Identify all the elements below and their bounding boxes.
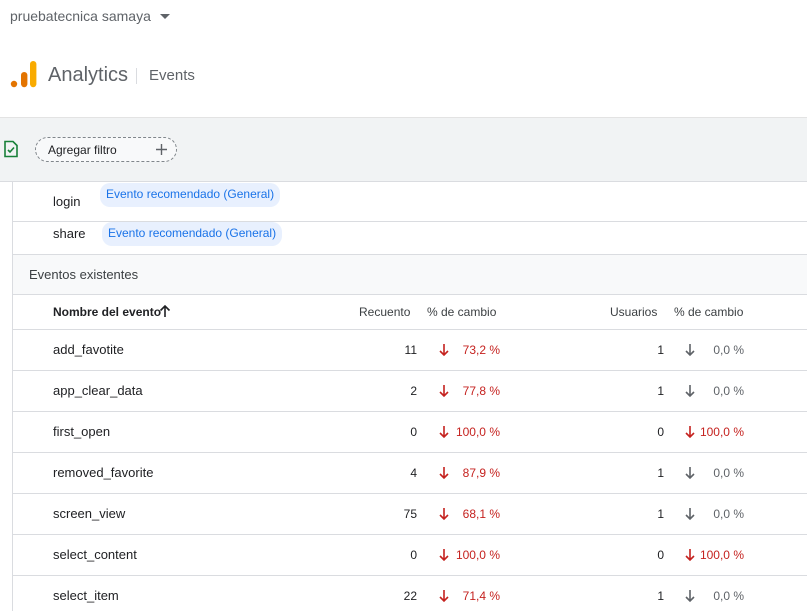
column-header-count[interactable]: Recuento [359, 305, 410, 319]
users-change: 0,0 % [713, 384, 744, 398]
table-row[interactable]: app_clear_data 2 77,8 % 1 0,0 % [13, 371, 807, 412]
event-count: 4 [410, 466, 417, 480]
event-users: 0 [657, 425, 664, 439]
event-count: 75 [403, 507, 417, 521]
account-name[interactable]: pruebatecnica samaya [10, 8, 151, 24]
event-count: 22 [403, 589, 417, 603]
event-name[interactable]: select_item [53, 588, 119, 603]
table-row[interactable]: first_open 0 100,0 % 0 100,0 % [13, 412, 807, 453]
count-change: 68,1 % [462, 507, 500, 521]
add-filter-label: Agregar filtro [48, 143, 117, 157]
table-row[interactable]: add_favotite 11 73,2 % 1 0,0 % [13, 330, 807, 371]
recommended-event-chip: Evento recomendado (General) [102, 222, 283, 246]
events-content: login Evento recomendado (General) share… [12, 182, 807, 611]
recommended-event-row[interactable]: share Evento recomendado (General) [13, 214, 807, 255]
filter-bar: Agregar filtro [0, 117, 807, 182]
add-filter-button[interactable]: Agregar filtro [35, 137, 177, 162]
event-users: 1 [657, 384, 664, 398]
count-change: 77,8 % [462, 384, 500, 398]
caret-down-icon[interactable] [160, 14, 170, 19]
event-users: 1 [657, 589, 664, 603]
app-header: Analytics Events [0, 52, 807, 100]
event-name[interactable]: add_favotite [53, 342, 124, 357]
table-row[interactable]: screen_view 75 68,1 % 1 0,0 % [13, 494, 807, 535]
users-change: 0,0 % [713, 466, 744, 480]
account-bar: pruebatecnica samaya [0, 0, 807, 36]
users-change: 0,0 % [713, 589, 744, 603]
count-change: 73,2 % [462, 343, 500, 357]
event-count: 2 [410, 384, 417, 398]
users-change: 100,0 % [699, 548, 744, 562]
arrow-up-icon[interactable] [159, 304, 171, 318]
analytics-logo-icon[interactable] [10, 60, 38, 88]
app-name: Analytics [48, 64, 129, 86]
count-change: 100,0 % [455, 548, 500, 562]
users-change: 0,0 % [713, 343, 744, 357]
table-row[interactable]: select_item 22 71,4 % 1 0,0 % [13, 576, 807, 611]
table-header: Nombre del evento Recuento % de cambio U… [13, 295, 807, 330]
count-change: 100,0 % [455, 425, 500, 439]
event-name[interactable]: screen_view [53, 506, 125, 521]
event-name[interactable]: select_content [53, 547, 137, 562]
event-name[interactable]: first_open [53, 424, 110, 439]
event-users: 1 [657, 507, 664, 521]
column-header-count-change[interactable]: % de cambio [427, 305, 496, 319]
page-title: Events [149, 67, 195, 84]
event-users: 1 [657, 343, 664, 357]
table-row[interactable]: removed_favorite 4 87,9 % 1 0,0 % [13, 453, 807, 494]
plus-icon [156, 144, 167, 155]
document-check-icon[interactable] [2, 140, 20, 158]
recommended-event-name: login [53, 194, 81, 209]
event-users: 0 [657, 548, 664, 562]
event-name[interactable]: app_clear_data [53, 383, 143, 398]
column-header-users[interactable]: Usuarios [610, 305, 657, 319]
section-title: Eventos existentes [29, 267, 139, 282]
recommended-event-name: share [53, 226, 86, 241]
header-divider [136, 68, 137, 84]
count-change: 87,9 % [462, 466, 500, 480]
section-header: Eventos existentes [13, 255, 807, 295]
event-count: 0 [410, 548, 417, 562]
users-change: 0,0 % [713, 507, 744, 521]
event-count: 11 [404, 343, 417, 357]
recommended-event-chip: Evento recomendado (General) [100, 183, 281, 207]
event-count: 0 [410, 425, 417, 439]
column-header-event-name[interactable]: Nombre del evento [53, 305, 161, 319]
event-users: 1 [657, 466, 664, 480]
column-header-users-change[interactable]: % de cambio [674, 305, 743, 319]
users-change: 100,0 % [699, 425, 744, 439]
count-change: 71,4 % [462, 589, 500, 603]
table-row[interactable]: select_content 0 100,0 % 0 100,0 % [13, 535, 807, 576]
event-name[interactable]: removed_favorite [53, 465, 153, 480]
